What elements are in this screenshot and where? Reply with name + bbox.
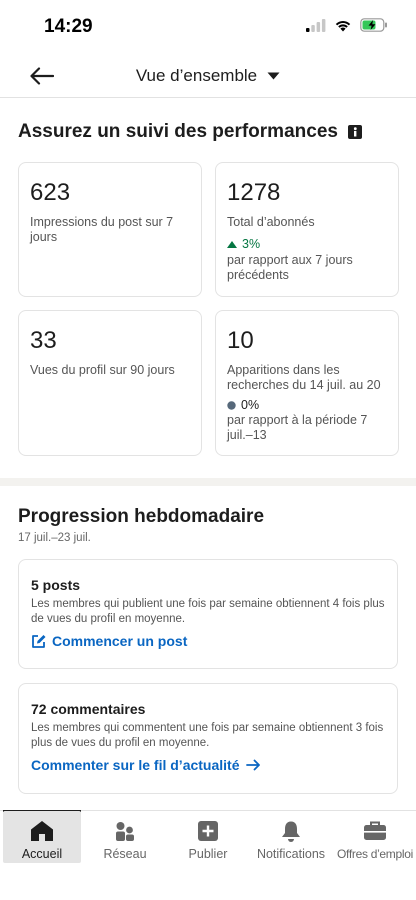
battery-charging-icon [360,18,387,32]
trend-up-icon [227,240,237,248]
metric-change-note: par rapport aux 7 jours précédents [227,253,353,282]
arrow-right-icon [245,759,260,771]
wifi-icon [335,20,351,31]
post-icon [198,821,218,841]
nav-item-post[interactable]: Publier [170,811,246,863]
metric-value: 1278 [227,179,281,206]
metric-label: Vues du profil sur 90 jours [30,363,175,377]
metric-change-value: 0% [241,398,260,412]
neutral-dot-icon [227,400,236,410]
view-selector[interactable]: Vue d’ensemble [0,66,416,86]
start-post-link[interactable]: Commencer un post [31,633,187,649]
metric-label: Impressions du post sur 7 jours [30,215,174,244]
bottom-navigation: Accueil Réseau Publier Notifications Off… [0,810,416,866]
cellular-signal-icon [306,18,326,32]
weekly-date-range: 17 juil.–23 juil. [18,532,91,544]
metric-card-impressions[interactable]: 623 Impressions du post sur 7 jours [18,162,202,297]
metric-card-profile-views[interactable]: 33 Vues du profil sur 90 jours [18,310,202,456]
metric-change: 0% [227,398,259,412]
info-icon[interactable] [347,125,362,139]
view-selector-label: Vue d’ensemble [135,66,258,85]
metric-change: 3% [227,237,260,251]
weekly-section-title: Progression hebdomadaire [18,506,265,527]
tip-card-posts: 5 posts Les membres qui publient une foi… [18,559,398,669]
nav-label: Accueil [21,847,63,861]
nav-label: Offres d’emploi [337,847,413,861]
edit-icon [32,634,46,648]
tip-description: Les membres qui commentent une fois par … [31,722,384,749]
metric-label: Apparitions dans les recherches du 14 ju… [227,363,381,392]
tip-card-comments: 72 commentaires Les membres qui commente… [18,683,398,794]
nav-label: Réseau [103,847,147,861]
tip-description: Les membres qui publient une fois par se… [31,598,385,625]
nav-item-jobs[interactable]: Offres d’emploi [336,811,414,863]
metric-value: 623 [30,179,71,206]
nav-item-home[interactable]: Accueil [3,811,81,863]
caret-down-icon [267,72,280,80]
nav-label: Notifications [256,847,326,861]
performance-title-text: Assurez un suivi des performances [18,121,338,142]
metric-change-value: 3% [242,237,261,251]
comment-feed-label: Commenter sur le fil d’actualité [31,757,240,773]
bell-icon [282,821,300,842]
comment-feed-link[interactable]: Commenter sur le fil d’actualité [31,757,261,773]
nav-label: Publier [188,847,228,861]
home-icon [31,821,53,841]
metric-label: Total d’abonnés [227,215,315,229]
metric-value: 10 [227,327,254,354]
status-time: 14:29 [44,16,93,37]
status-icons [306,18,388,32]
nav-item-network[interactable]: Réseau [88,811,162,863]
metric-card-search-appearances[interactable]: 10 Apparitions dans les recherches du 14… [215,310,399,456]
tip-title: 72 commentaires [31,701,146,717]
metric-card-followers[interactable]: 1278 Total d’abonnés 3% par rapport aux … [215,162,399,297]
start-post-label: Commencer un post [52,633,188,649]
metric-change-note: par rapport à la période 7 juil.–13 [227,413,368,442]
tip-title: 5 posts [31,577,81,593]
network-icon [116,822,134,841]
status-bar: 14:29 [0,0,416,54]
briefcase-icon [364,821,386,840]
header: Vue d’ensemble [0,54,416,98]
section-divider [0,478,416,486]
performance-section-title: Assurez un suivi des performances [18,121,362,143]
nav-item-notifications[interactable]: Notifications [252,811,330,863]
metric-value: 33 [30,327,57,354]
